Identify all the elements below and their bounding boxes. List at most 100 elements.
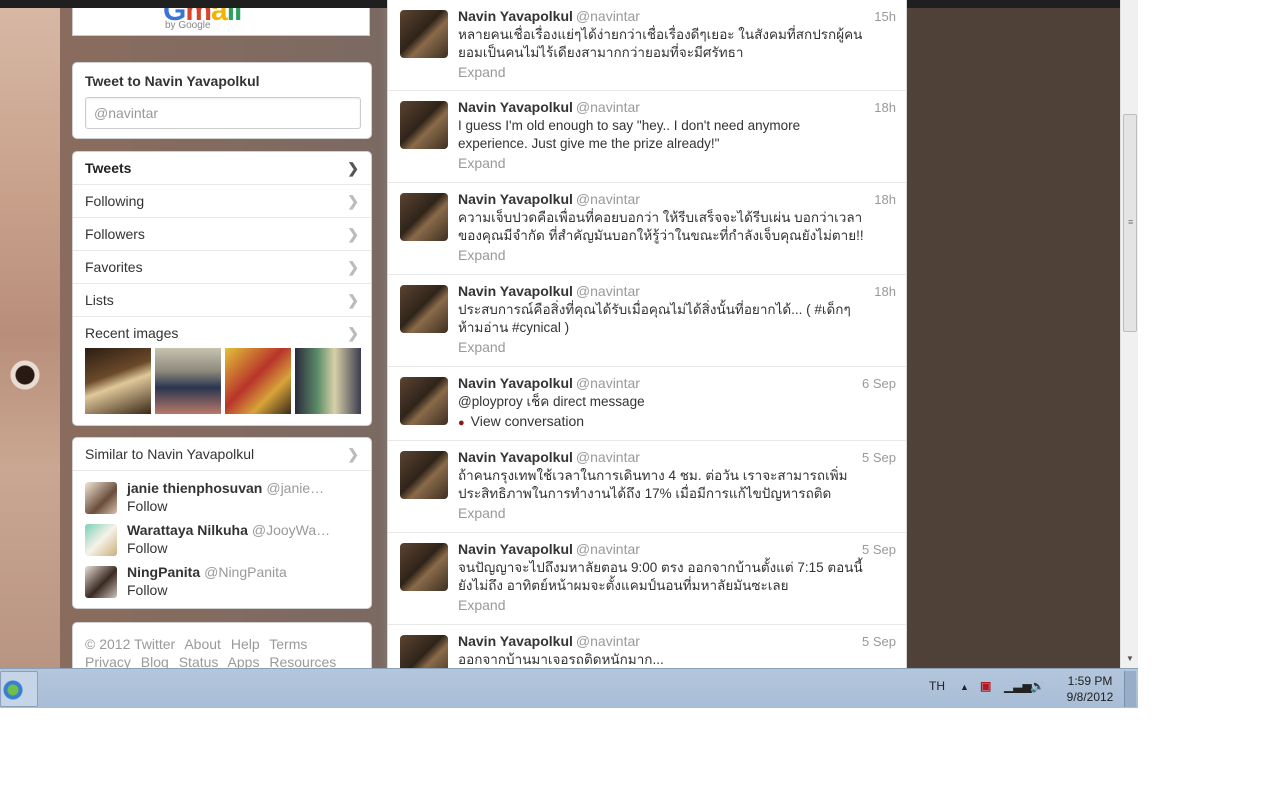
follow-link[interactable]: Follow (127, 540, 167, 556)
tweet-author[interactable]: Navin Yavapolkul @navintar (458, 8, 640, 24)
recent-image-thumbnail[interactable] (85, 348, 151, 414)
tweet-author[interactable]: Navin Yavapolkul @navintar (458, 99, 640, 115)
tweet-item[interactable]: Navin Yavapolkul @navintar 18h ความเจ็บปว… (388, 183, 906, 275)
tweet-timestamp[interactable]: 18h (874, 192, 896, 207)
avatar[interactable] (400, 101, 448, 149)
language-indicator[interactable]: TH (929, 679, 945, 693)
tweet-timestamp[interactable]: 5 Sep (862, 542, 896, 557)
similar-user-name[interactable]: janie thienphosuvan @janie… (127, 480, 324, 496)
similar-user-name[interactable]: Warattaya Nilkuha @JooyWa… (127, 522, 330, 538)
tweet-item[interactable]: Navin Yavapolkul @navintar 5 Sep ถ้าคนกรุ… (388, 441, 906, 533)
tweet-text: ประสบการณ์คือสิ่งที่คุณได้รับเมื่อคุณไม่… (458, 302, 851, 335)
footer-row: © 2012 Twitter About Help Terms (85, 635, 359, 653)
user-handle: @janie… (266, 480, 325, 496)
avatar[interactable] (85, 482, 117, 514)
avatar[interactable] (400, 285, 448, 333)
footer-link-about[interactable]: About (184, 636, 221, 652)
nav-item-recent-images[interactable]: Recent images ❯ (73, 317, 371, 350)
speech-bubble-icon: ● (458, 417, 465, 429)
nav-item-favorites[interactable]: Favorites ❯ (73, 251, 371, 284)
footer-link-status[interactable]: Status (179, 654, 219, 668)
show-hidden-icons-icon[interactable]: ▲ (960, 682, 969, 692)
follow-link[interactable]: Follow (127, 498, 167, 514)
tweet-text: @ployproy เช็ค direct message (458, 394, 645, 409)
scrollbar-thumb[interactable]: ≡ (1123, 114, 1137, 332)
windows-taskbar: TH ▲ ▣ ▁▃▅ 🔊 1:59 PM 9/8/2012 (0, 668, 1138, 708)
tweet-author[interactable]: Navin Yavapolkul @navintar (458, 283, 640, 299)
tweet-author[interactable]: Navin Yavapolkul @navintar (458, 191, 640, 207)
similar-user-name[interactable]: NingPanita @NingPanita (127, 564, 287, 580)
expand-link[interactable]: Expand (458, 247, 505, 263)
similar-user-item[interactable]: Warattaya Nilkuha @JooyWa… Follow (85, 522, 361, 564)
tweet-author-name: Navin Yavapolkul (458, 99, 573, 115)
follow-link[interactable]: Follow (127, 582, 167, 598)
tweet-item[interactable]: Navin Yavapolkul @navintar 15h หลายคนเชื่… (388, 0, 906, 91)
tweet-item[interactable]: Navin Yavapolkul @navintar 5 Sep ออกจากบ้… (388, 625, 906, 668)
recent-image-thumbnail[interactable] (225, 348, 291, 414)
tweet-author[interactable]: Navin Yavapolkul @navintar (458, 449, 640, 465)
tweet-timestamp[interactable]: 15h (874, 9, 896, 24)
background-eye-detail (0, 360, 50, 390)
avatar[interactable] (400, 635, 448, 668)
expand-link[interactable]: Expand (458, 64, 505, 80)
tweet-text: ออกจากบ้านมาเจอรถติดหนักมาก... (458, 652, 664, 667)
avatar[interactable] (400, 377, 448, 425)
avatar[interactable] (400, 451, 448, 499)
avatar[interactable] (400, 193, 448, 241)
tweet-text: จนปัญญาจะไปถึงมหาลัยตอน 9:00 ตรง ออกจากบ… (458, 560, 863, 593)
show-desktop-button[interactable] (1124, 671, 1136, 707)
vertical-scrollbar[interactable]: ≡ ▼ (1120, 0, 1138, 668)
volume-icon[interactable]: 🔊 (1030, 679, 1045, 693)
tweet-author[interactable]: Navin Yavapolkul @navintar (458, 541, 640, 557)
tweet-item[interactable]: Navin Yavapolkul @navintar 6 Sep @ploypro… (388, 367, 906, 441)
recent-image-thumbnail[interactable] (295, 348, 361, 414)
similar-user-item[interactable]: janie thienphosuvan @janie… Follow (85, 480, 361, 522)
tweet-timestamp[interactable]: 6 Sep (862, 376, 896, 391)
system-clock[interactable]: 1:59 PM 9/8/2012 (1060, 673, 1120, 705)
nav-item-followers[interactable]: Followers ❯ (73, 218, 371, 251)
start-button[interactable] (0, 671, 38, 707)
footer-link-blog[interactable]: Blog (141, 654, 169, 668)
nav-item-following[interactable]: Following ❯ (73, 185, 371, 218)
nav-item-label: Favorites (85, 259, 143, 275)
tweet-author-name: Navin Yavapolkul (458, 375, 573, 391)
similar-user-item[interactable]: NingPanita @NingPanita Follow (85, 564, 361, 606)
recent-image-thumbnail[interactable] (155, 348, 221, 414)
user-name: janie thienphosuvan (127, 480, 263, 496)
view-conversation-link[interactable]: ● View conversation (458, 413, 584, 429)
tweet-timestamp[interactable]: 18h (874, 284, 896, 299)
tweet-item[interactable]: Navin Yavapolkul @navintar 18h I guess I'… (388, 91, 906, 183)
expand-link[interactable]: Expand (458, 155, 505, 171)
chevron-right-icon: ❯ (347, 292, 359, 308)
nav-item-lists[interactable]: Lists ❯ (73, 284, 371, 317)
tweet-timestamp[interactable]: 5 Sep (862, 450, 896, 465)
footer-copyright: © 2012 Twitter (85, 636, 176, 652)
nav-item-label: Recent images (85, 325, 179, 341)
tweet-item[interactable]: Navin Yavapolkul @navintar 5 Sep จนปัญญาจ… (388, 533, 906, 625)
network-signal-icon[interactable]: ▁▃▅ (1004, 679, 1032, 693)
footer-link-privacy[interactable]: Privacy (85, 654, 131, 668)
scroll-down-arrow-icon[interactable]: ▼ (1126, 654, 1134, 663)
nav-item-tweets[interactable]: Tweets ❯ (73, 152, 371, 185)
avatar[interactable] (400, 10, 448, 58)
expand-link[interactable]: Expand (458, 339, 505, 355)
avatar[interactable] (85, 566, 117, 598)
profile-nav-card: Tweets ❯ Following ❯ Followers ❯ Favorit… (72, 151, 372, 426)
avatar[interactable] (400, 543, 448, 591)
tweet-item[interactable]: Navin Yavapolkul @navintar 18h ประสบการณ์… (388, 275, 906, 367)
footer-link-apps[interactable]: Apps (228, 654, 260, 668)
tweet-author[interactable]: Navin Yavapolkul @navintar (458, 633, 640, 649)
tweet-author[interactable]: Navin Yavapolkul @navintar (458, 375, 640, 391)
gmail-widget[interactable]: Gmail by Google (72, 8, 370, 36)
expand-link[interactable]: Expand (458, 597, 505, 613)
tweet-timestamp[interactable]: 18h (874, 100, 896, 115)
footer-link-terms[interactable]: Terms (269, 636, 307, 652)
footer-link-help[interactable]: Help (231, 636, 260, 652)
footer-link-resources[interactable]: Resources (269, 654, 336, 668)
avatar[interactable] (85, 524, 117, 556)
expand-link[interactable]: Expand (458, 505, 505, 521)
similar-users-header[interactable]: Similar to Navin Yavapolkul ❯ (73, 438, 371, 471)
tweet-to-input[interactable]: @navintar (85, 97, 361, 129)
antivirus-tray-icon[interactable]: ▣ (980, 679, 991, 693)
tweet-timestamp[interactable]: 5 Sep (862, 634, 896, 649)
